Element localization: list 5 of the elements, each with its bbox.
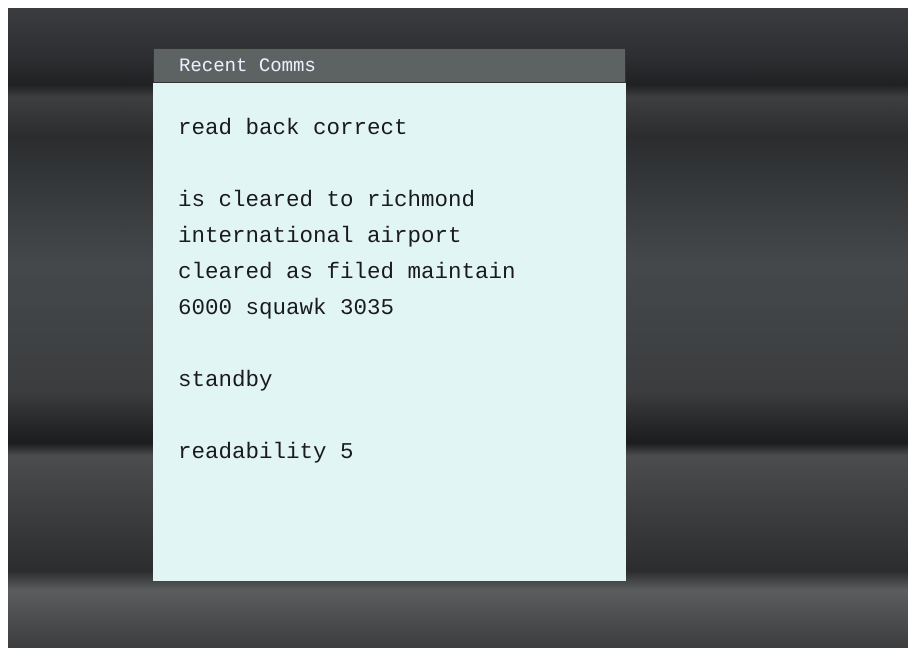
comm-message: is cleared to richmond international airport cleared as filed maintain 6000 squawk 3035 — [178, 186, 517, 323]
comm-message: read back correct — [178, 114, 409, 143]
panel-title: Recent Comms — [153, 48, 626, 83]
comm-message: standby — [178, 366, 274, 395]
comm-message: readability 5 — [178, 438, 355, 467]
